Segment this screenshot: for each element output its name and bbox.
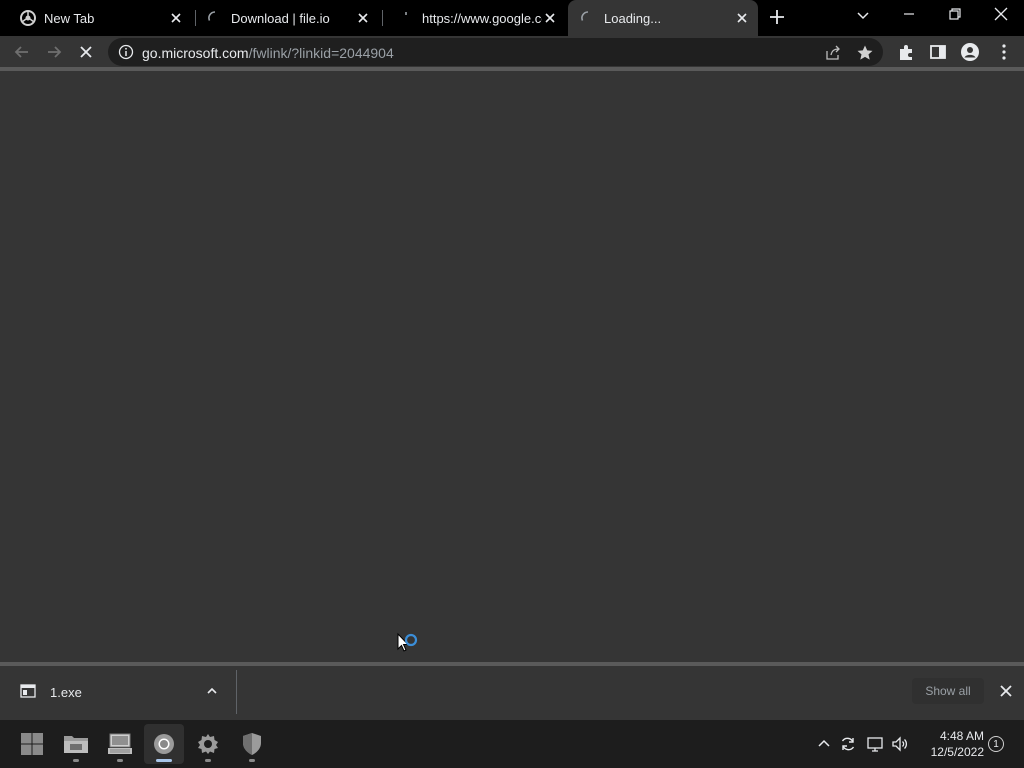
download-shelf: 1.exe Show all (0, 666, 1024, 720)
volume-icon[interactable] (891, 735, 909, 753)
control-panel-icon (108, 733, 132, 754)
kebab-menu-icon[interactable] (994, 42, 1014, 62)
chevron-up-icon[interactable] (815, 735, 833, 753)
running-indicator (73, 759, 79, 762)
profile-icon[interactable] (960, 42, 980, 62)
start-button[interactable] (12, 724, 52, 764)
bookmark-star-icon[interactable] (856, 44, 874, 62)
loading-spinner-icon (581, 11, 589, 21)
download-filename: 1.exe (50, 685, 82, 700)
close-icon[interactable] (542, 10, 558, 26)
running-indicator (156, 759, 172, 762)
tab-title: Loading... (604, 10, 662, 26)
close-icon[interactable] (734, 10, 750, 26)
minimize-icon[interactable] (900, 5, 918, 23)
side-panel-icon[interactable] (928, 42, 948, 62)
windows-taskbar: 4:48 AM 12/5/2022 1 (0, 720, 1024, 768)
close-icon[interactable] (355, 10, 371, 26)
running-indicator (117, 759, 123, 762)
running-indicator (249, 759, 255, 762)
notification-badge[interactable]: 1 (988, 736, 1004, 752)
taskbar-chrome[interactable] (144, 724, 184, 764)
browser-toolbar: go.microsoft.com/fwlink/?linkid=2044904 (0, 36, 1024, 67)
forward-arrow-icon[interactable] (44, 42, 64, 62)
url-text: go.microsoft.com/fwlink/?linkid=2044904 (142, 45, 394, 61)
loading-spinner-icon (405, 12, 407, 15)
window-close-icon[interactable] (992, 5, 1010, 23)
tab-title: New Tab (44, 10, 95, 26)
network-icon[interactable] (866, 735, 884, 753)
executable-file-icon (20, 684, 36, 698)
settings-icon (198, 734, 218, 754)
tab-google[interactable]: https://www.google.co (378, 0, 566, 36)
restore-icon[interactable] (946, 5, 964, 23)
file-explorer-icon (64, 736, 88, 753)
chrome-icon (154, 734, 174, 754)
address-bar[interactable]: go.microsoft.com/fwlink/?linkid=2044904 (108, 38, 883, 66)
taskbar-windows-security[interactable] (232, 724, 272, 764)
show-all-button[interactable]: Show all (912, 678, 984, 704)
running-indicator (205, 759, 211, 762)
taskbar-control-panel[interactable] (100, 724, 140, 764)
close-icon[interactable] (998, 683, 1014, 699)
start-icon (21, 733, 43, 755)
clock-date: 12/5/2022 (930, 745, 984, 759)
taskbar-settings[interactable] (188, 724, 228, 764)
tab-loading[interactable]: Loading... (568, 0, 758, 36)
tab-title: Download | file.io (231, 10, 330, 26)
close-icon[interactable] (168, 10, 184, 26)
tab-title: https://www.google.co (422, 10, 542, 26)
share-icon[interactable] (824, 44, 842, 62)
sync-icon[interactable] (839, 735, 857, 753)
busy-cursor-icon (397, 632, 418, 652)
url-path: /fwlink/?linkid=2044904 (248, 45, 394, 61)
stop-loading-icon[interactable] (76, 42, 96, 62)
clock-time: 4:48 AM (939, 729, 984, 743)
chevron-up-icon[interactable] (205, 684, 219, 698)
url-host: go.microsoft.com (142, 45, 249, 61)
tab-new-tab[interactable]: New Tab (0, 0, 192, 36)
system-clock[interactable]: 4:48 AM 12/5/2022 (916, 728, 984, 760)
page-content-area[interactable] (0, 71, 1024, 662)
taskbar-file-explorer[interactable] (56, 724, 96, 764)
loading-spinner-icon (208, 11, 216, 21)
tab-download-file-io[interactable]: Download | file.io (187, 0, 379, 36)
download-separator (236, 670, 237, 714)
back-arrow-icon[interactable] (12, 42, 32, 62)
tab-strip: New Tab Download | file.io https://www.g… (0, 0, 1024, 36)
extensions-puzzle-icon[interactable] (896, 42, 916, 62)
chevron-down-icon[interactable] (854, 6, 872, 24)
site-info-icon[interactable] (118, 44, 134, 60)
new-tab-plus-icon[interactable] (768, 8, 786, 26)
chrome-icon (20, 10, 36, 26)
windows-security-icon (243, 733, 261, 755)
